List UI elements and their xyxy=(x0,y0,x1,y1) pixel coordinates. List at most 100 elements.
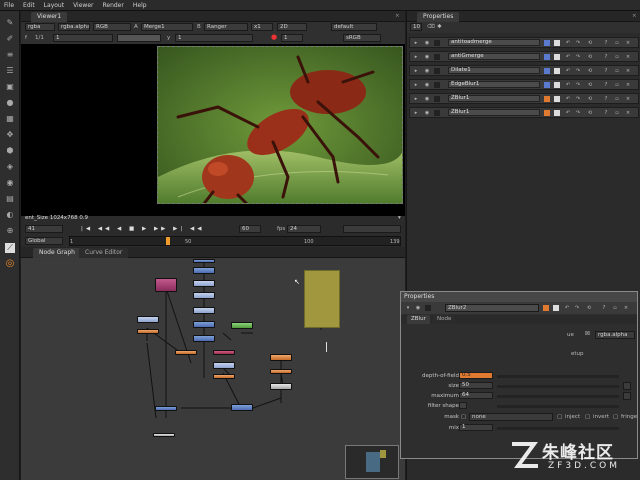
property-node-row[interactable]: ▸ ◉ Dilate1 ↶ ↷ ⟲ ? ▫ × xyxy=(409,65,639,76)
knob-slider[interactable] xyxy=(497,375,619,378)
input-b-select[interactable]: Ranger xyxy=(204,23,248,31)
lock-icon[interactable]: ✱ xyxy=(437,23,442,31)
help-icon[interactable]: ? xyxy=(603,110,609,116)
revert-icon[interactable]: ⟲ xyxy=(587,96,593,102)
close-node-icon[interactable]: × xyxy=(625,110,631,116)
playback-range-field[interactable] xyxy=(343,225,401,233)
settings-icon[interactable]: ▫ xyxy=(614,82,620,88)
layers-stack-icon[interactable]: ◈ xyxy=(5,161,15,171)
menu-edit[interactable]: Edit xyxy=(23,2,35,9)
view-icon[interactable] xyxy=(544,40,550,46)
float-icon[interactable]: ◉ xyxy=(424,54,430,60)
knob-slider[interactable] xyxy=(497,385,619,388)
proxy-select[interactable]: 1 xyxy=(281,34,303,42)
navigator-minimap[interactable] xyxy=(345,445,399,479)
inject-checkbox[interactable]: ▢ xyxy=(557,413,562,421)
knob-field[interactable]: 0.5 xyxy=(459,372,493,379)
redo-icon[interactable]: ↷ xyxy=(574,305,580,311)
redo-icon[interactable]: ↷ xyxy=(575,54,581,60)
node-lblue-3[interactable] xyxy=(193,307,215,314)
node-color-icon[interactable] xyxy=(434,110,440,116)
revert-icon[interactable]: ⟲ xyxy=(586,305,592,311)
playhead[interactable] xyxy=(166,237,170,245)
property-node-row[interactable]: ▸ ◉ ZBlur1 ↶ ↷ ⟲ ? ▫ × xyxy=(409,93,639,104)
collapse-icon[interactable]: ▸ xyxy=(413,110,419,116)
view-icon[interactable] xyxy=(543,305,549,311)
brush-icon[interactable]: ✎ xyxy=(5,17,15,27)
close-node-icon[interactable]: × xyxy=(625,96,631,102)
property-node-row[interactable]: ▸ ◉ ZBlur1 ↶ ↷ ⟲ ? ▫ × xyxy=(409,107,639,118)
node-color-icon[interactable] xyxy=(434,82,440,88)
float-icon[interactable]: ◉ xyxy=(424,40,430,46)
node-gray-2[interactable] xyxy=(153,433,175,437)
backdrop-node-yellow[interactable] xyxy=(304,270,340,328)
tab-node[interactable]: Node xyxy=(433,315,456,324)
revert-icon[interactable]: ⟲ xyxy=(587,82,593,88)
help-icon[interactable]: ? xyxy=(603,82,609,88)
collapse-icon[interactable]: ▸ xyxy=(413,82,419,88)
view-icon[interactable] xyxy=(544,82,550,88)
property-node-name[interactable]: antitoadmerge xyxy=(448,39,540,46)
settings-icon[interactable]: ▫ xyxy=(614,54,620,60)
menu-help[interactable]: Help xyxy=(133,2,147,9)
view-icon[interactable] xyxy=(544,54,550,60)
node-blue-2[interactable] xyxy=(193,321,215,328)
collapse-icon[interactable]: ▸ xyxy=(413,68,419,74)
time-slider[interactable]: 1 50 100 139 xyxy=(69,236,401,246)
layers-icon[interactable]: ☰ xyxy=(5,65,15,75)
close-icon[interactable]: × xyxy=(632,12,637,20)
node-orange-3[interactable] xyxy=(213,374,235,379)
collapse-icon[interactable]: ▸ xyxy=(413,96,419,102)
node-orange-4[interactable] xyxy=(270,354,292,361)
cube-icon[interactable]: ▣ xyxy=(5,81,15,91)
color-icon[interactable] xyxy=(554,110,560,116)
filter-icon[interactable]: ⟋ xyxy=(5,243,15,253)
color-icon[interactable] xyxy=(554,68,560,74)
mask-checkbox-icon[interactable]: ▢ xyxy=(461,413,466,421)
node-lblue-1[interactable] xyxy=(193,280,215,287)
revert-icon[interactable]: ⟲ xyxy=(587,54,593,60)
eye-icon[interactable]: ◉ xyxy=(5,177,15,187)
tab-zblur[interactable]: ZBlur xyxy=(407,315,430,324)
property-node-row[interactable]: ▸ ◉ EdgeBlur1 ↶ ↷ ⟲ ? ▫ × xyxy=(409,79,639,90)
node-blue-4[interactable] xyxy=(155,406,177,411)
knob-field[interactable] xyxy=(459,402,467,409)
redo-icon[interactable]: ↷ xyxy=(575,96,581,102)
close-node-icon[interactable]: × xyxy=(623,305,629,311)
property-node-name[interactable]: EdgeBlur1 xyxy=(448,81,540,88)
channel-alpha-select[interactable]: rgba.alpha xyxy=(58,23,90,31)
zoom-select[interactable]: x1 xyxy=(251,23,273,31)
tab-node-graph[interactable]: Node Graph xyxy=(33,248,81,258)
node-pink-1[interactable] xyxy=(213,350,235,355)
fringe-checkbox[interactable]: ▢ xyxy=(613,413,618,421)
frame-end-field[interactable]: 60 xyxy=(239,225,261,233)
node-lblue-4[interactable] xyxy=(137,316,159,323)
max-panels-field[interactable]: 10 xyxy=(410,23,422,31)
knob-slider[interactable] xyxy=(497,395,619,398)
node-lblue-2[interactable] xyxy=(193,292,215,299)
node-blue-5[interactable] xyxy=(231,404,253,411)
help-icon[interactable]: ? xyxy=(603,40,609,46)
node-read-top[interactable] xyxy=(193,259,215,263)
help-icon[interactable]: ? xyxy=(603,96,609,102)
settings-icon[interactable]: ▫ xyxy=(614,40,620,46)
revert-icon[interactable]: ⟲ xyxy=(587,68,593,74)
lut-select[interactable]: default xyxy=(331,23,377,31)
float-icon[interactable]: ◉ xyxy=(415,305,421,311)
collapse-icon[interactable]: ▸ xyxy=(413,54,419,60)
undo-icon[interactable]: ↶ xyxy=(565,96,571,102)
node-backdrop-pink[interactable] xyxy=(155,278,177,292)
sliders-icon[interactable]: ≡ xyxy=(5,49,15,59)
node-green-1[interactable] xyxy=(231,322,253,329)
keyer-icon[interactable]: ◐ xyxy=(5,209,15,219)
redo-icon[interactable]: ↷ xyxy=(575,110,581,116)
collapse-icon[interactable]: ▸ xyxy=(413,40,419,46)
revert-icon[interactable]: ⟲ xyxy=(587,110,593,116)
undo-icon[interactable]: ↶ xyxy=(565,82,571,88)
node-color-icon[interactable] xyxy=(434,40,440,46)
node-blue-3[interactable] xyxy=(193,335,215,342)
view-icon[interactable] xyxy=(544,110,550,116)
menu-file[interactable]: File xyxy=(4,2,14,9)
node-lblue-5[interactable] xyxy=(213,362,235,369)
floating-properties-title[interactable]: Properties xyxy=(401,292,637,302)
